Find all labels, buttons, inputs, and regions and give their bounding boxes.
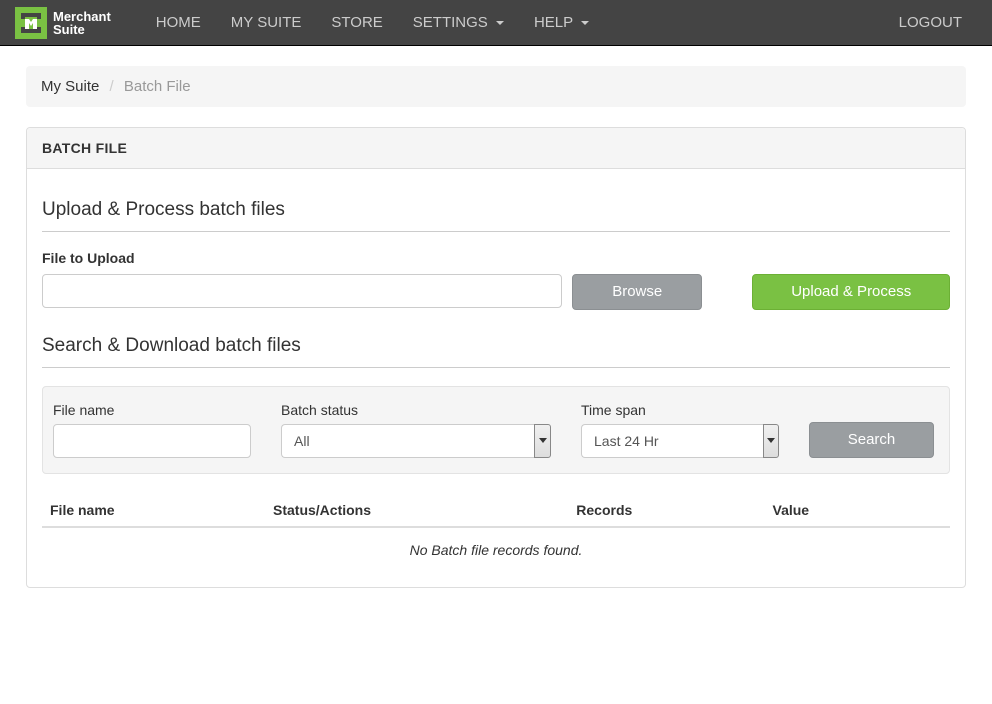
filename-label: File name [53,402,251,418]
nav-right: LOGOUT [884,0,977,45]
file-upload-label: File to Upload [42,250,950,266]
breadcrumb: My Suite / Batch File [26,66,966,107]
col-filename: File name [50,502,273,518]
browse-button[interactable]: Browse [572,274,702,310]
chevron-down-icon [496,21,504,25]
nav-home[interactable]: HOME [141,0,216,45]
timespan-select[interactable] [581,424,763,458]
file-upload-input[interactable] [42,274,562,308]
results-table: File name Status/Actions Records Value N… [42,494,950,572]
chevron-down-icon [767,438,775,443]
timespan-label: Time span [581,402,779,418]
panel-title: BATCH FILE [27,128,965,169]
chevron-down-icon [539,438,547,443]
col-value: Value [773,502,942,518]
breadcrumb-current: Batch File [124,78,191,95]
nav-menu: HOME MY SUITE STORE SETTINGS HELP [141,0,884,45]
status-dropdown-button[interactable] [534,424,551,458]
col-status: Status/Actions [273,502,576,518]
nav-mysuite[interactable]: MY SUITE [216,0,317,45]
upload-section-title: Upload & Process batch files [42,199,950,221]
breadcrumb-separator: / [104,78,120,95]
breadcrumb-parent[interactable]: My Suite [41,78,99,95]
col-records: Records [576,502,772,518]
brand-text: Merchant Suite [53,10,111,36]
nav-settings[interactable]: SETTINGS [398,0,519,45]
search-panel: File name Batch status Time span [42,386,950,474]
nav-logout[interactable]: LOGOUT [884,0,977,45]
search-button[interactable]: Search [809,422,934,458]
batch-file-panel: BATCH FILE Upload & Process batch files … [26,127,966,588]
upload-process-button[interactable]: Upload & Process [752,274,950,310]
status-label: Batch status [281,402,551,418]
status-select[interactable] [281,424,534,458]
table-header-row: File name Status/Actions Records Value [42,494,950,528]
chevron-down-icon [581,21,589,25]
nav-help[interactable]: HELP [519,0,604,45]
brand[interactable]: Merchant Suite [15,2,121,44]
timespan-dropdown-button[interactable] [763,424,779,458]
section-divider [42,367,950,368]
section-divider [42,231,950,232]
logo-icon [15,7,47,39]
nav-store[interactable]: STORE [316,0,397,45]
empty-message: No Batch file records found. [42,528,950,572]
main-navbar: Merchant Suite HOME MY SUITE STORE SETTI… [0,0,992,46]
filename-input[interactable] [53,424,251,458]
search-section-title: Search & Download batch files [42,335,950,357]
